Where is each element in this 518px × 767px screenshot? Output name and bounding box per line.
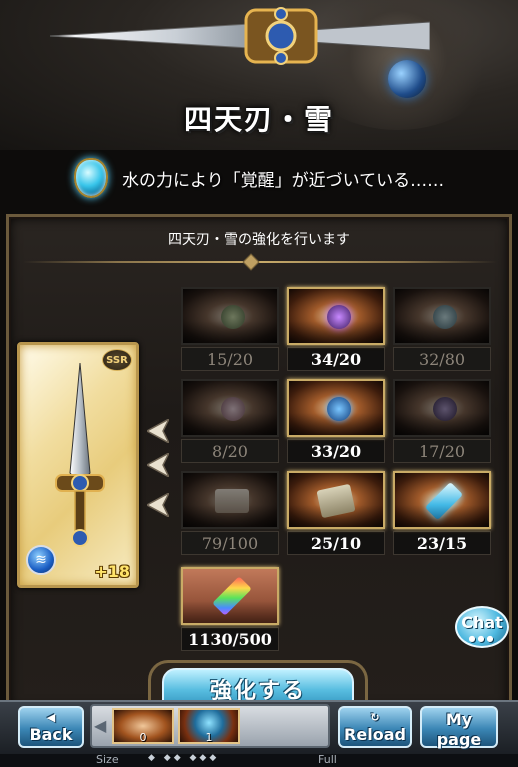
divider-ornament [242, 253, 260, 271]
material-count: 23/15 [393, 531, 491, 555]
material-count: 8/20 [181, 439, 279, 463]
material-slot[interactable]: 79/100 [181, 471, 279, 557]
material-count: 1130/500 [181, 627, 279, 651]
special-material-slot[interactable]: 1130/500 [181, 567, 279, 653]
reload-button[interactable]: ↻ Reload [338, 706, 412, 748]
scroll-icon [215, 489, 249, 513]
material-slot[interactable]: 15/20 [181, 287, 279, 373]
sword-icon [55, 363, 105, 547]
blue-planet-icon [327, 397, 351, 421]
chat-label: Chat [461, 613, 503, 632]
back-arrow-icon: ◀ [46, 711, 56, 724]
enhance-panel: 四天刃・雪の強化を行います SSR ≋ +18 15/20 34/20 32/8… [6, 214, 512, 712]
back-label: Back [29, 725, 73, 744]
mypage-label-top: My [445, 710, 473, 729]
material-count: 34/20 [287, 347, 385, 371]
size-label: Size [96, 753, 119, 766]
divider [23, 261, 497, 263]
material-slot[interactable]: 32/80 [393, 287, 491, 373]
material-count: 32/80 [393, 347, 491, 371]
full-label[interactable]: Full [318, 753, 337, 766]
dark-sphere-icon [327, 305, 351, 329]
material-count: 15/20 [181, 347, 279, 371]
material-count: 79/100 [181, 531, 279, 555]
material-count: 33/20 [287, 439, 385, 463]
sword-banner-art [50, 7, 430, 65]
arrow-left-icon [147, 453, 169, 477]
ice-crystal-icon [424, 481, 464, 521]
pink-flower-icon [221, 397, 245, 421]
material-thumb [181, 287, 279, 345]
material-thumb [287, 287, 385, 345]
back-button[interactable]: ◀ Back [18, 706, 84, 748]
plus-level: +18 [94, 562, 130, 581]
water-gem-icon [74, 158, 108, 198]
material-thumb [181, 471, 279, 529]
material-thumb [393, 287, 491, 345]
material-thumb [181, 567, 279, 625]
mypage-button[interactable]: My page [420, 706, 498, 749]
material-thumb [393, 379, 491, 437]
material-thumb [287, 379, 385, 437]
weapon-card[interactable]: SSR ≋ +18 [17, 342, 139, 588]
material-thumb [393, 471, 491, 529]
material-count: 25/10 [287, 531, 385, 555]
tray-slot-count: 0 [139, 731, 147, 744]
reload-label: Reload [344, 725, 406, 744]
material-slot[interactable]: 8/20 [181, 379, 279, 465]
material-thumb [287, 471, 385, 529]
tray-arrow-icon[interactable]: ◀ [94, 716, 106, 735]
blue-flame-icon [433, 305, 457, 329]
material-thumb [181, 379, 279, 437]
title-area: 四天刃・雪 [0, 96, 518, 140]
size-options[interactable]: ◆ ◆◆ ◆◆◆ [148, 753, 219, 763]
mypage-label-bottom: page [436, 730, 482, 749]
tray-slot[interactable]: 0 [112, 708, 174, 744]
item-title: 四天刃・雪 [183, 103, 334, 136]
chat-dots-icon: ●●● [468, 634, 496, 643]
material-count: 17/20 [393, 439, 491, 463]
size-bar: Size ◆ ◆◆ ◆◆◆ Full [0, 753, 518, 767]
tray-slot-count: 1 [205, 731, 213, 744]
material-slot[interactable]: 17/20 [393, 379, 491, 465]
reload-icon: ↻ [370, 711, 380, 724]
purple-orb-icon [433, 397, 457, 421]
tray-slot[interactable]: 1 [178, 708, 240, 744]
material-slot[interactable]: 23/15 [393, 471, 491, 557]
green-orb-icon [221, 305, 245, 329]
material-slot[interactable]: 34/20 [287, 287, 385, 373]
panel-heading: 四天刃・雪の強化を行います [168, 232, 350, 248]
rainbow-prism-icon [212, 576, 252, 616]
chat-button[interactable]: Chat ●●● [455, 606, 509, 648]
arrow-left-icon [147, 419, 169, 443]
water-element-icon: ≋ [26, 545, 56, 575]
hint-text: 水の力により「覚醒」が近づいている…… [122, 170, 445, 191]
arrow-left-icon [147, 493, 169, 517]
tablet-icon [316, 483, 356, 519]
material-slot[interactable]: 33/20 [287, 379, 385, 465]
awakening-hint: 水の力により「覚醒」が近づいている…… [74, 156, 444, 200]
material-slot[interactable]: 25/10 [287, 471, 385, 557]
